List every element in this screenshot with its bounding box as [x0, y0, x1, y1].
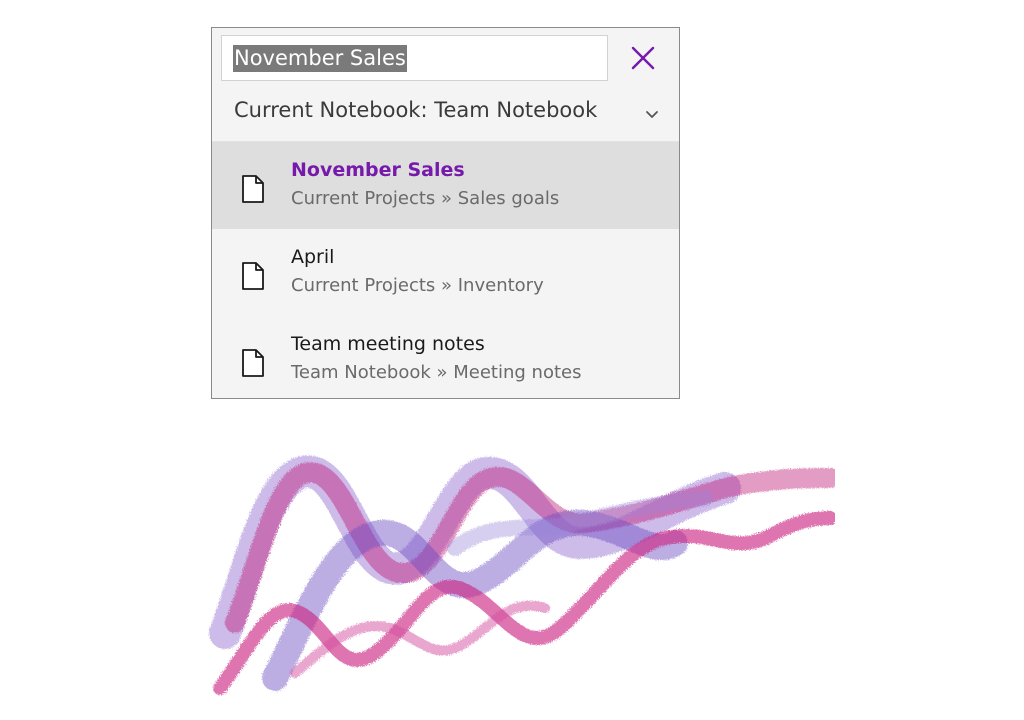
search-scope-label: Current Notebook: Team Notebook	[234, 98, 598, 122]
close-icon	[631, 46, 655, 70]
search-panel: November Sales Current Notebook: Team No…	[211, 27, 680, 399]
close-button[interactable]	[626, 41, 660, 75]
search-row: November Sales	[212, 28, 679, 88]
search-scope-dropdown[interactable]: Current Notebook: Team Notebook	[212, 88, 679, 142]
search-results-list: November Sales Current Projects » Sales …	[212, 142, 679, 398]
search-result-item[interactable]: April Current Projects » Inventory	[212, 229, 679, 316]
chevron-down-icon	[646, 111, 658, 118]
result-path: Current Projects » Inventory	[291, 275, 544, 296]
search-input[interactable]: November Sales	[221, 35, 608, 81]
page-icon	[242, 349, 264, 377]
page-icon	[242, 175, 264, 203]
page-icon	[242, 262, 264, 290]
search-query-text: November Sales	[233, 45, 407, 72]
result-path: Team Notebook » Meeting notes	[291, 362, 582, 383]
result-path: Current Projects » Sales goals	[291, 188, 560, 209]
result-title: April	[291, 246, 335, 268]
search-result-item[interactable]: Team meeting notes Team Notebook » Meeti…	[212, 316, 679, 398]
result-title: Team meeting notes	[291, 333, 485, 355]
search-result-item[interactable]: November Sales Current Projects » Sales …	[212, 142, 679, 229]
result-title: November Sales	[291, 159, 465, 181]
decorative-ribbon-image	[209, 455, 835, 695]
